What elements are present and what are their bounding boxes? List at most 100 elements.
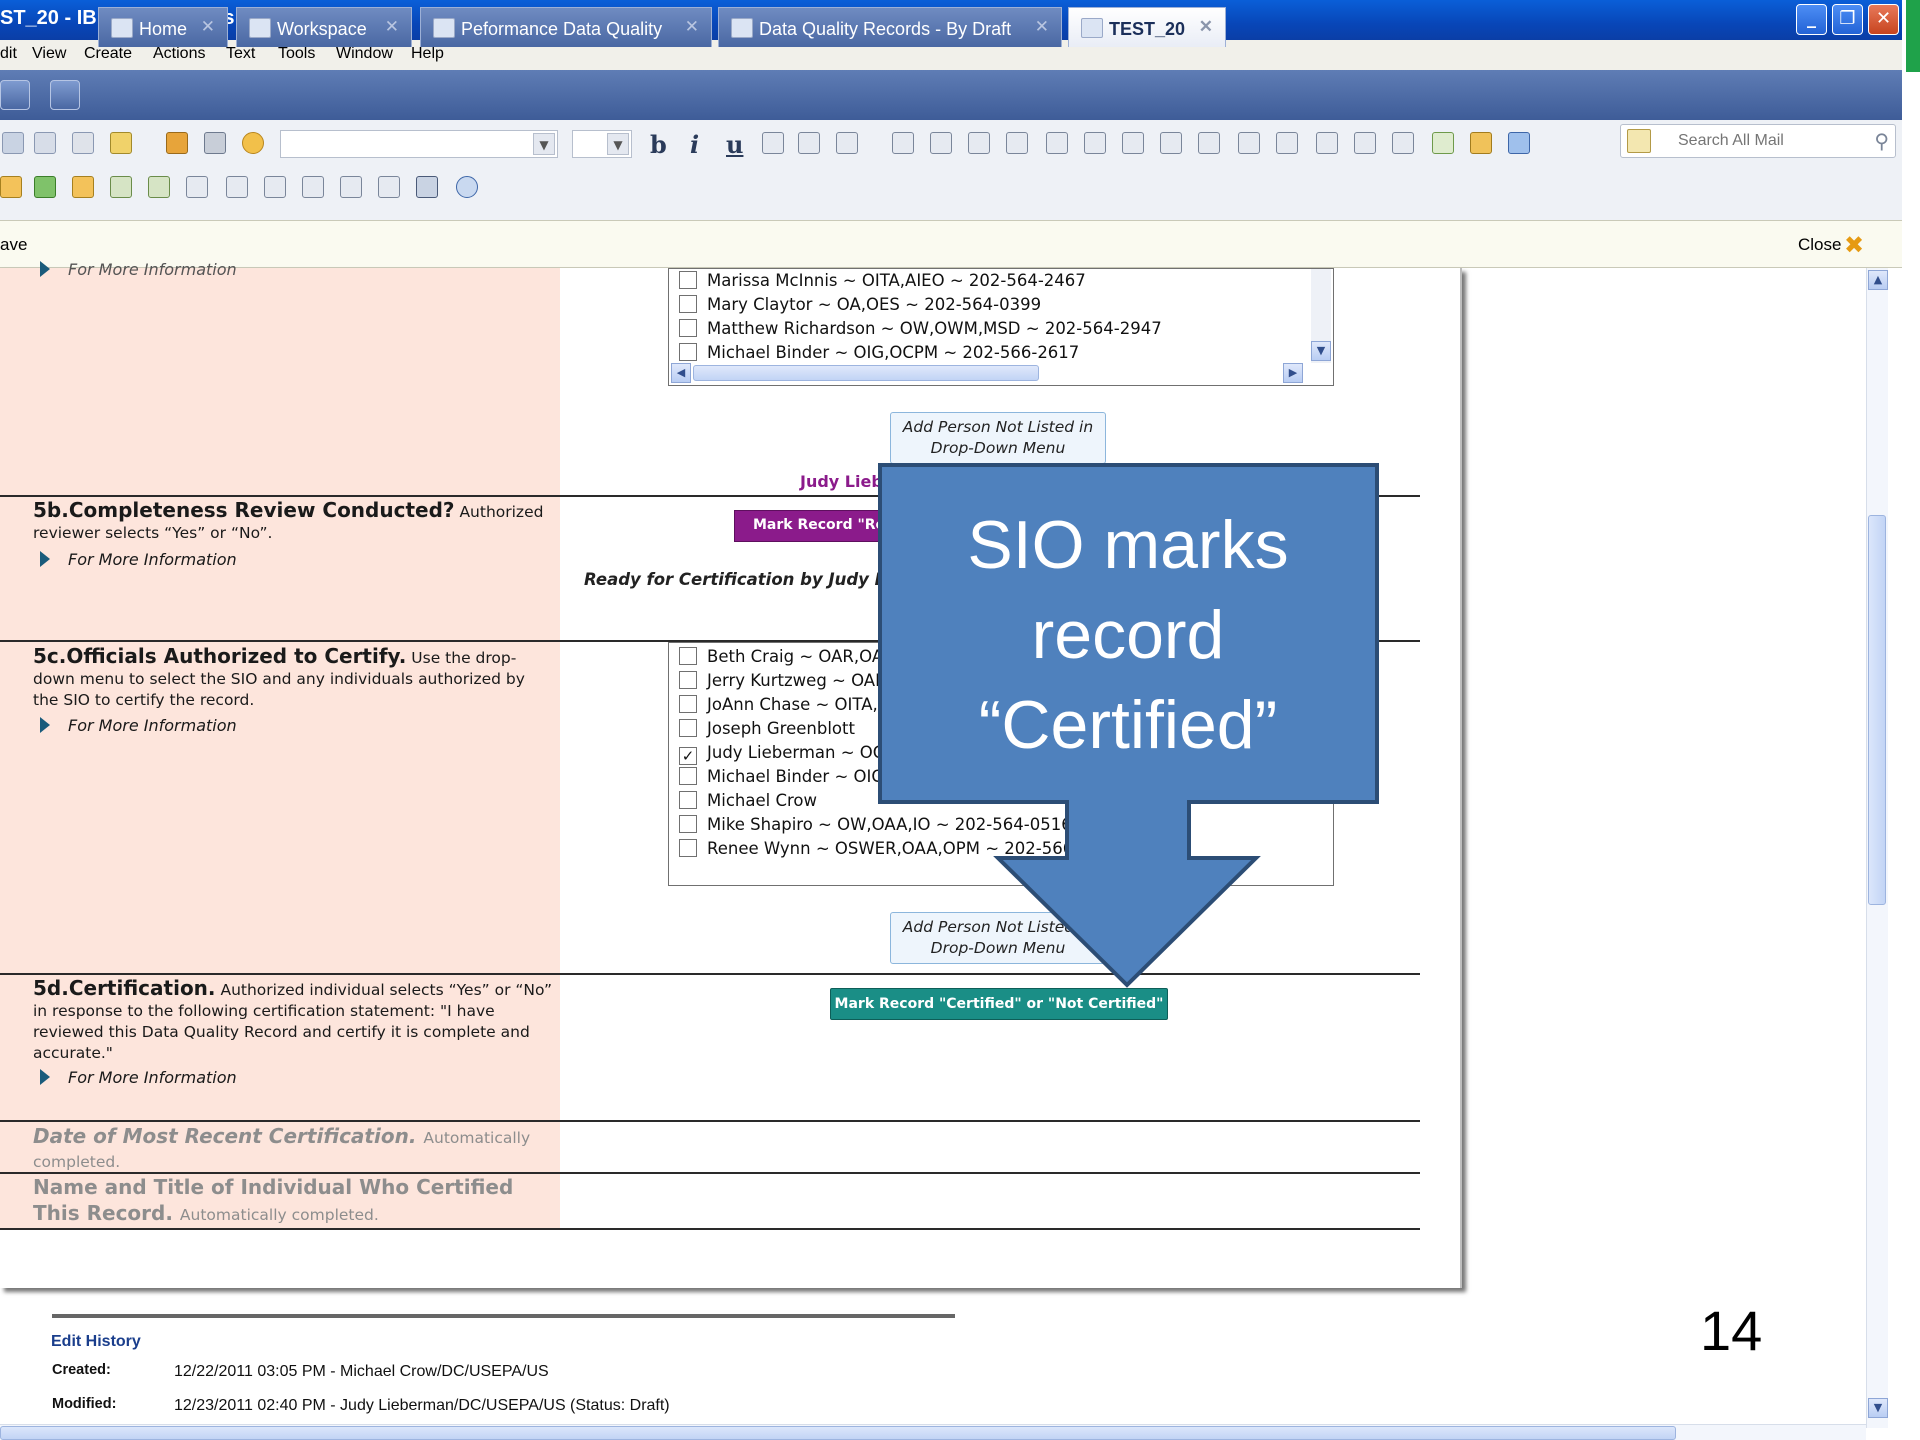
italic-button[interactable]: i bbox=[690, 130, 699, 159]
list-item[interactable]: JoAnn Chase ~ OITA,A bbox=[679, 695, 889, 717]
text-color-icon[interactable] bbox=[836, 132, 858, 154]
help-icon[interactable] bbox=[1508, 132, 1530, 154]
checkbox[interactable] bbox=[679, 767, 697, 785]
list-item[interactable]: Beth Craig ~ OAR,OAA bbox=[679, 647, 895, 669]
checkbox[interactable] bbox=[679, 671, 697, 689]
list-item[interactable]: Mary Claytor ~ OA,OES ~ 202-564-0399 bbox=[679, 295, 1041, 317]
link-icon[interactable] bbox=[1354, 132, 1376, 154]
open-list-icon[interactable] bbox=[0, 80, 30, 110]
tab-test-20[interactable]: TEST_20 ✕ bbox=[1068, 7, 1226, 47]
close-window-button[interactable]: ✕ bbox=[1868, 4, 1899, 35]
save-button[interactable]: ave bbox=[0, 235, 27, 255]
find-icon[interactable] bbox=[416, 176, 438, 198]
print-preview-icon[interactable] bbox=[72, 132, 94, 154]
checkbox[interactable] bbox=[679, 319, 697, 337]
close-tab-icon[interactable]: ✕ bbox=[1035, 17, 1049, 37]
menu-actions[interactable]: Actions bbox=[153, 45, 205, 63]
list-item[interactable]: Michael Crow bbox=[679, 791, 817, 813]
align-right-icon[interactable] bbox=[1160, 132, 1182, 154]
checkbox-checked[interactable]: ✓ bbox=[679, 747, 697, 765]
list-horizontal-thumb[interactable] bbox=[693, 365, 1039, 381]
close-button[interactable]: Close bbox=[1798, 235, 1841, 255]
checkbox[interactable] bbox=[679, 719, 697, 737]
font-name-select[interactable]: ▼ bbox=[280, 130, 558, 158]
table-icon[interactable] bbox=[1276, 132, 1298, 154]
tab-workspace[interactable]: Workspace ✕ bbox=[236, 7, 412, 47]
align-left-icon[interactable] bbox=[1122, 132, 1144, 154]
menu-window[interactable]: Window bbox=[336, 45, 393, 63]
tab-home[interactable]: Home ✕ bbox=[98, 7, 228, 47]
list-item[interactable]: ✓ Judy Lieberman ~ OC bbox=[679, 743, 884, 765]
checkbox[interactable] bbox=[679, 343, 697, 361]
previous-unread-icon[interactable] bbox=[148, 176, 170, 198]
expand-icon[interactable] bbox=[226, 176, 248, 198]
text-style-icon[interactable] bbox=[762, 132, 784, 154]
insert-icon[interactable] bbox=[1392, 132, 1414, 154]
copy-icon[interactable] bbox=[2, 132, 24, 154]
scroll-right-icon[interactable]: ▶ bbox=[1283, 363, 1303, 383]
scroll-left-icon[interactable]: ◀ bbox=[671, 363, 691, 383]
bold-button[interactable]: b bbox=[650, 130, 667, 159]
line-spacing-icon[interactable] bbox=[1198, 132, 1220, 154]
align-justify-icon[interactable] bbox=[1084, 132, 1106, 154]
more-info-link[interactable]: For More Information bbox=[40, 260, 237, 279]
collapse-icon[interactable] bbox=[264, 176, 286, 198]
properties-icon[interactable] bbox=[1470, 132, 1492, 154]
indent-icon[interactable] bbox=[930, 132, 952, 154]
menu-text[interactable]: Text bbox=[226, 45, 255, 63]
search-input[interactable] bbox=[1676, 130, 1856, 152]
reload-icon[interactable] bbox=[456, 176, 478, 198]
more-info-link[interactable]: For More Information bbox=[40, 1068, 237, 1087]
list-item[interactable]: Mike Shapiro ~ OW,OAA,IO ~ 202-564-0516 bbox=[679, 815, 1072, 837]
add-person-button[interactable]: Add Person Not Listed in Drop-Down Menu bbox=[890, 912, 1106, 964]
tab-performance-data-quality[interactable]: Peformance Data Quality ✕ bbox=[420, 7, 712, 47]
permanent-pen-icon[interactable] bbox=[1238, 132, 1260, 154]
reviewer-listbox[interactable]: Marissa McInnis ~ OITA,AIEO ~ 202-564-24… bbox=[668, 268, 1334, 386]
list-item[interactable]: Michael Binder ~ OIG,OCPM ~ 202-566-2617 bbox=[679, 343, 1079, 365]
new-icon[interactable] bbox=[110, 132, 132, 154]
tab-data-quality-records[interactable]: Data Quality Records - By Draft ✕ bbox=[718, 7, 1062, 47]
minimize-button[interactable]: _ bbox=[1796, 4, 1827, 35]
print-icon[interactable] bbox=[204, 132, 226, 154]
save-icon[interactable] bbox=[166, 132, 188, 154]
close-icon[interactable]: ✖ bbox=[1844, 231, 1864, 259]
list-item[interactable]: Joseph Greenblott bbox=[679, 719, 855, 741]
highlight-icon[interactable] bbox=[798, 132, 820, 154]
more-info-link[interactable]: For More Information bbox=[40, 716, 237, 735]
expand-all-icon[interactable] bbox=[302, 176, 324, 198]
list-item[interactable]: Michael Binder ~ OIG bbox=[679, 767, 884, 789]
checkbox[interactable] bbox=[679, 271, 697, 289]
menu-help[interactable]: Help bbox=[411, 45, 444, 63]
restore-button[interactable]: ❐ bbox=[1832, 4, 1863, 35]
arrow-up-icon[interactable] bbox=[72, 176, 94, 198]
more-info-link[interactable]: For More Information bbox=[40, 550, 237, 569]
move-up-icon[interactable] bbox=[0, 176, 22, 198]
checkbox[interactable] bbox=[679, 791, 697, 809]
list-item[interactable]: Jerry Kurtzweg ~ OAR, bbox=[679, 671, 892, 693]
attach-icon[interactable] bbox=[1316, 132, 1338, 154]
search-field[interactable]: ⚲ bbox=[1620, 124, 1896, 158]
spell-check-icon[interactable] bbox=[1432, 132, 1454, 154]
bullet-list-icon[interactable] bbox=[968, 132, 990, 154]
checkbox[interactable] bbox=[679, 815, 697, 833]
checkbox[interactable] bbox=[679, 647, 697, 665]
outdent-icon[interactable] bbox=[892, 132, 914, 154]
menu-edit[interactable]: dit bbox=[0, 45, 17, 63]
refresh-view-icon[interactable] bbox=[186, 176, 208, 198]
underline-button[interactable]: u bbox=[726, 130, 743, 159]
scroll-down-icon[interactable]: ▼ bbox=[1868, 1398, 1888, 1418]
arrow-down-icon[interactable] bbox=[34, 176, 56, 198]
next-unread-icon[interactable] bbox=[110, 176, 132, 198]
mark-certified-button[interactable]: Mark Record "Certified" or "Not Certifie… bbox=[830, 988, 1168, 1020]
close-tab-icon[interactable]: ✕ bbox=[1199, 17, 1213, 37]
menu-create[interactable]: Create bbox=[84, 45, 132, 63]
list-item[interactable]: Matthew Richardson ~ OW,OWM,MSD ~ 202-56… bbox=[679, 319, 1162, 341]
checkbox[interactable] bbox=[679, 695, 697, 713]
search-icon[interactable]: ⚲ bbox=[1874, 129, 1889, 153]
scroll-up-icon[interactable]: ▲ bbox=[1868, 270, 1888, 290]
add-person-button[interactable]: Add Person Not Listed in Drop-Down Menu bbox=[890, 412, 1106, 464]
numbered-list-icon[interactable] bbox=[1006, 132, 1028, 154]
scroll-thumb[interactable] bbox=[1868, 515, 1886, 905]
window-switch-icon[interactable] bbox=[50, 80, 80, 110]
list-vertical-scrollbar[interactable]: ▼ bbox=[1311, 269, 1331, 363]
